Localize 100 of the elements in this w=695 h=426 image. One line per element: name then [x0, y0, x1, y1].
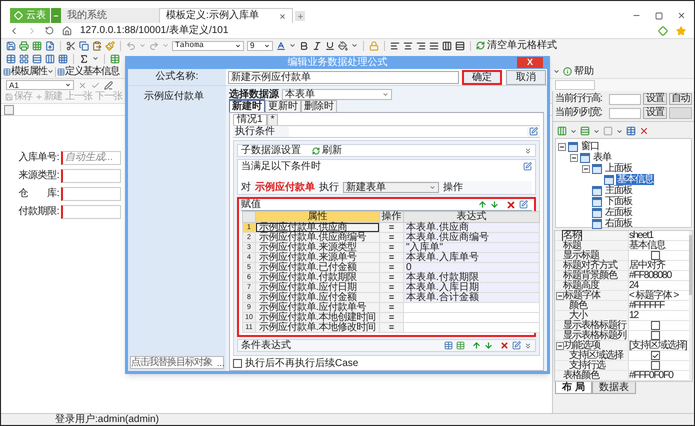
column-header[interactable]: 表达式 — [404, 212, 540, 222]
caret-icon[interactable] — [593, 128, 600, 134]
input-field[interactable] — [61, 186, 121, 200]
clear-style-button[interactable]: 清空单元格样式 — [476, 40, 557, 52]
printer-icon[interactable] — [19, 40, 29, 50]
collapse-icon[interactable] — [582, 164, 590, 172]
columns-icon[interactable] — [442, 40, 452, 50]
font-size-select[interactable]: 9 — [247, 40, 273, 50]
event-tab[interactable]: 更新时 — [265, 100, 301, 112]
table-icon[interactable] — [444, 341, 453, 350]
export-icon[interactable] — [45, 40, 55, 50]
table-cell[interactable]: 示例应付款单.应付金额 — [256, 292, 380, 302]
close-icon[interactable] — [279, 12, 286, 20]
case-tab[interactable]: * — [266, 114, 278, 125]
checkbox[interactable] — [233, 358, 242, 368]
pen-icon[interactable] — [104, 80, 113, 90]
checkbox[interactable] — [651, 361, 660, 370]
delete-icon[interactable] — [506, 200, 516, 210]
sum-icon[interactable] — [79, 54, 89, 64]
table-cell[interactable]: 示例应付款单.本地创建时间 — [256, 312, 380, 322]
collapse-icon[interactable] — [558, 142, 566, 150]
edit-icon[interactable] — [529, 127, 538, 136]
move-down-icon[interactable] — [490, 200, 499, 209]
tree-item[interactable]: 左面板 — [604, 207, 633, 218]
scissors-icon[interactable] — [66, 40, 76, 50]
tree-item[interactable]: 基本信息 — [616, 174, 654, 185]
panel-tab[interactable]: 布 局 — [555, 382, 592, 394]
rows-icon[interactable] — [455, 40, 465, 50]
copy-icon[interactable] — [79, 40, 89, 50]
replace-target-field[interactable]: 点击我替换目标对象 ... — [130, 356, 224, 369]
tree-item[interactable]: 表单 — [592, 152, 612, 163]
table-icon[interactable] — [626, 126, 636, 136]
edit-icon[interactable] — [523, 162, 532, 171]
tree-item[interactable]: 主面板 — [604, 185, 633, 196]
justify-icon[interactable] — [429, 40, 439, 50]
caret-icon[interactable] — [351, 42, 358, 49]
dialog-button[interactable]: 确定 — [462, 70, 502, 84]
grid-icon[interactable] — [58, 54, 68, 64]
basic-info-button[interactable]: 定义基本信息 — [57, 66, 119, 78]
name-field[interactable]: 新建示例应付款单 — [228, 70, 459, 84]
input-field[interactable] — [609, 108, 641, 118]
diamond-icon[interactable] — [658, 26, 668, 36]
collapse-icon[interactable] — [556, 342, 564, 350]
cancel-icon[interactable] — [78, 80, 87, 90]
table-cell[interactable]: 示例应付款单.来源单号 — [256, 252, 380, 262]
column-header[interactable]: 操作 — [380, 212, 404, 222]
tree-item[interactable]: 窗口 — [580, 141, 600, 152]
caret-icon[interactable] — [289, 42, 296, 49]
event-tab[interactable]: 删除时 — [301, 100, 337, 112]
refresh-button[interactable]: 刷新 — [312, 145, 342, 156]
fill-color-icon[interactable] — [338, 40, 348, 50]
paste-icon[interactable] — [92, 40, 102, 50]
event-tab[interactable]: 新建时 — [229, 99, 265, 112]
underline-icon[interactable] — [325, 40, 335, 50]
delete-icon[interactable] — [639, 126, 649, 136]
table-cell[interactable]: 示例应付款单.本地修改时间 — [256, 322, 380, 332]
input-field[interactable] — [61, 168, 121, 182]
input-field[interactable]: 自动生成... — [61, 150, 121, 164]
close-button[interactable]: X — [517, 57, 543, 68]
align-left-icon[interactable] — [390, 40, 400, 50]
tree-item[interactable]: 下面板 — [604, 196, 633, 207]
table-cell[interactable]: 示例应付款单.应付款单号 — [256, 302, 380, 312]
mode-select[interactable]: 新建表单 — [343, 182, 439, 193]
formula-field[interactable] — [555, 80, 595, 90]
move-up-icon[interactable] — [472, 341, 481, 350]
caret-icon[interactable] — [47, 68, 54, 75]
edit-icon[interactable] — [519, 200, 528, 209]
input-field[interactable] — [61, 204, 121, 218]
table-cell[interactable]: 示例应付款单.供应商编号 — [256, 232, 380, 242]
edit-icon[interactable] — [512, 341, 521, 350]
table-icon[interactable] — [6, 54, 16, 64]
move-down-icon[interactable] — [484, 341, 493, 350]
column-header[interactable]: 属性 — [256, 212, 380, 222]
caret-icon[interactable] — [92, 55, 99, 62]
grid-icon[interactable] — [19, 54, 29, 64]
align-center-icon[interactable] — [403, 40, 413, 50]
table-cell[interactable]: 示例应付款单.已付金额 — [256, 262, 380, 272]
new-tab-button[interactable] — [295, 11, 305, 21]
table-icon[interactable] — [110, 54, 120, 64]
browser-tab[interactable]: 模板定义:示例入库单 — [159, 8, 293, 23]
maximize-icon[interactable] — [655, 12, 663, 20]
panel-button[interactable]: 设置 — [643, 107, 666, 119]
table-icon[interactable] — [456, 341, 465, 350]
cell-name-field[interactable]: A1 — [6, 80, 74, 90]
browser-tab[interactable]: 我的系统 — [61, 8, 159, 23]
delete-icon[interactable] — [500, 341, 509, 350]
save-icon[interactable] — [6, 40, 16, 50]
case-tab[interactable]: 情况1 — [233, 114, 267, 125]
caret-icon[interactable] — [616, 128, 623, 134]
input-field[interactable] — [609, 94, 641, 104]
dialog-button[interactable]: 取消 — [506, 70, 546, 84]
expand-icon[interactable] — [524, 146, 532, 154]
grid-icon[interactable] — [32, 40, 42, 50]
checkbox[interactable] — [651, 331, 660, 340]
expand-icon[interactable] — [524, 342, 532, 350]
font-color-icon[interactable] — [276, 40, 286, 50]
caret-icon[interactable] — [570, 128, 577, 134]
home-icon[interactable] — [62, 26, 72, 36]
collapse-icon[interactable] — [570, 154, 578, 162]
move-up-icon[interactable] — [478, 200, 487, 209]
